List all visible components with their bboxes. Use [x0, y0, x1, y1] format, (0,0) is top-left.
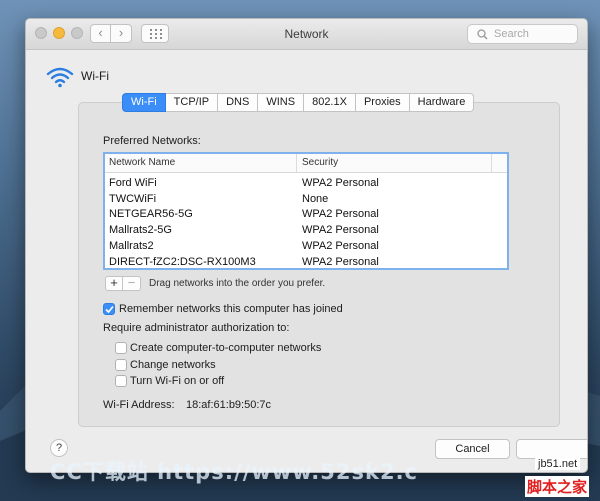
- table-row[interactable]: NETGEAR56-5G WPA2 Personal: [105, 206, 507, 222]
- network-name: DIRECT-fZC2:DSC-RX100M3: [109, 256, 256, 268]
- network-name: Mallrats2: [109, 240, 154, 252]
- tab-wins[interactable]: WINS: [258, 93, 305, 112]
- wifi-address-value: 18:af:61:b9:50:7c: [186, 399, 272, 411]
- column-header-security[interactable]: Security: [302, 157, 338, 168]
- network-preferences-window: ‹ › Network Wi-Fi: [25, 18, 588, 473]
- table-row[interactable]: Mallrats2-5G WPA2 Personal: [105, 222, 507, 238]
- table-row[interactable]: Ford WiFi WPA2 Personal: [105, 175, 507, 191]
- watermark-site-name: 脚本之家: [525, 476, 590, 497]
- title-bar: ‹ › Network: [26, 19, 587, 50]
- interface-name: Wi-Fi: [81, 69, 109, 83]
- network-name: NETGEAR56-5G: [109, 208, 193, 220]
- remember-networks-label: Remember networks this computer has join…: [119, 303, 343, 315]
- column-header-network-name[interactable]: Network Name: [109, 157, 175, 168]
- help-button[interactable]: ?: [50, 439, 68, 457]
- network-name: Mallrats2-5G: [109, 224, 172, 236]
- table-row[interactable]: DIRECT-fZC2:DSC-RX100M3 WPA2 Personal: [105, 254, 507, 270]
- wifi-icon: [46, 67, 74, 88]
- tab-802-1x[interactable]: 802.1X: [304, 93, 356, 112]
- preferred-networks-title: Preferred Networks:: [103, 135, 201, 147]
- network-security: None: [302, 193, 329, 205]
- create-computer-networks-label: Create computer-to-computer networks: [130, 342, 322, 354]
- network-security: WPA2 Personal: [302, 177, 379, 189]
- change-networks-label: Change networks: [130, 359, 216, 371]
- network-security: WPA2 Personal: [302, 256, 379, 268]
- watermark-left: CC下载站 https://www.52sk2.c: [50, 460, 418, 484]
- search-field[interactable]: [467, 24, 578, 44]
- watermark-url: jb51.net: [535, 458, 581, 470]
- tab-bar: Wi-Fi TCP/IP DNS WINS 802.1X Proxies Har…: [122, 93, 475, 112]
- tab-hardware[interactable]: Hardware: [409, 93, 475, 112]
- create-computer-networks-checkbox[interactable]: [115, 342, 127, 354]
- checkmark-icon: [105, 305, 114, 314]
- tab-proxies[interactable]: Proxies: [355, 93, 410, 112]
- preferred-networks-table[interactable]: Network Name Security Ford WiFi WPA2 Per…: [103, 152, 509, 270]
- turn-wifi-on-off-checkbox[interactable]: [115, 375, 127, 387]
- network-name: Ford WiFi: [109, 177, 157, 189]
- table-row[interactable]: Mallrats2 WPA2 Personal: [105, 238, 507, 254]
- drag-hint: Drag networks into the order you prefer.: [149, 278, 326, 289]
- turn-wifi-on-off-label: Turn Wi-Fi on or off: [130, 375, 225, 387]
- search-input[interactable]: [492, 27, 576, 41]
- tab-wifi[interactable]: Wi-Fi: [122, 93, 166, 112]
- column-divider: [491, 154, 492, 172]
- add-network-button[interactable]: +: [105, 276, 123, 291]
- network-security: WPA2 Personal: [302, 240, 379, 252]
- table-row[interactable]: TWCWiFi None: [105, 191, 507, 207]
- require-admin-title: Require administrator authorization to:: [103, 322, 290, 334]
- cancel-button[interactable]: Cancel: [435, 439, 510, 459]
- search-icon: [477, 29, 488, 40]
- tab-dns[interactable]: DNS: [218, 93, 259, 112]
- remember-networks-checkbox[interactable]: [103, 303, 115, 315]
- column-divider: [296, 154, 297, 172]
- network-security: WPA2 Personal: [302, 208, 379, 220]
- change-networks-checkbox[interactable]: [115, 359, 127, 371]
- network-security: WPA2 Personal: [302, 224, 379, 236]
- remove-network-button[interactable]: −: [123, 276, 141, 291]
- table-header: Network Name Security: [105, 154, 507, 173]
- wifi-address-label: Wi-Fi Address:: [103, 399, 175, 411]
- apply-button[interactable]: [516, 439, 587, 459]
- tab-tcp-ip[interactable]: TCP/IP: [165, 93, 219, 112]
- watermark-right: jb51.net 脚本之家: [523, 458, 597, 498]
- network-name: TWCWiFi: [109, 193, 157, 205]
